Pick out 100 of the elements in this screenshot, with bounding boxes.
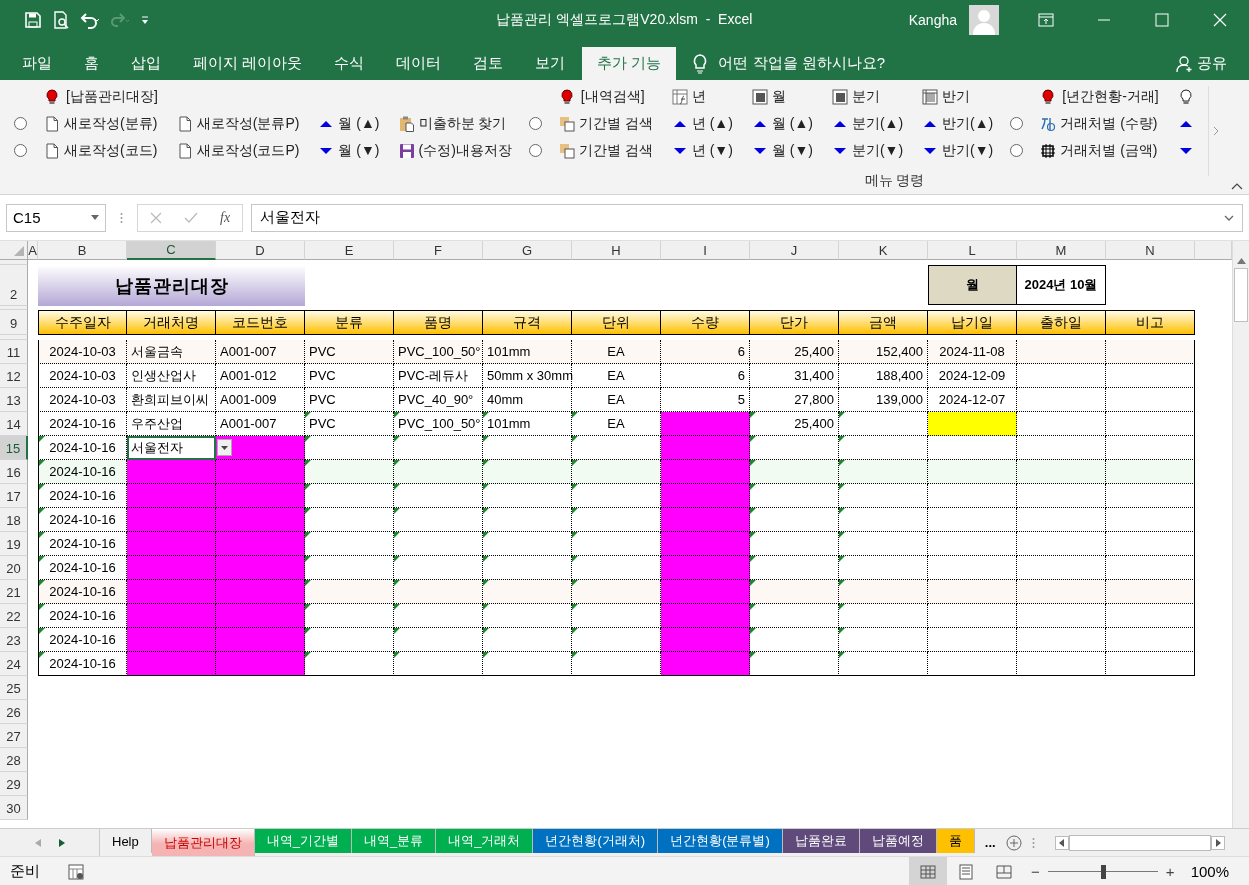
row-header[interactable]: 17 [0, 484, 28, 508]
column-header[interactable]: J [750, 241, 839, 260]
ribbon-command[interactable]: 기간별 검색 [556, 110, 655, 137]
radio-button[interactable] [1010, 144, 1024, 157]
lightbulb-icon[interactable] [692, 53, 709, 74]
drag-handle-icon[interactable] [1031, 836, 1035, 849]
menu-tab[interactable]: 삽입 [116, 47, 176, 80]
ribbon-command[interactable]: 분기 [829, 83, 882, 110]
more-sheets-button[interactable]: ... [984, 835, 996, 850]
table-cell[interactable]: 서울전자 [127, 436, 216, 460]
scroll-thumb[interactable] [1234, 268, 1248, 322]
print-preview-icon[interactable] [52, 11, 70, 29]
ribbon-group-header[interactable]: [내역검색] [556, 83, 647, 110]
zoom-out-button[interactable]: − [1031, 863, 1040, 880]
ribbon-command[interactable]: 월 (▼) [316, 137, 382, 164]
row-header[interactable]: 24 [0, 652, 28, 676]
column-header[interactable]: L [928, 241, 1017, 260]
row-header[interactable]: 23 [0, 628, 28, 652]
ribbon-command[interactable]: 거래처별 (금액) [1038, 137, 1160, 164]
ribbon-command[interactable]: 새로작성(코드P) [174, 137, 302, 164]
zoom-level[interactable]: 100% [1190, 863, 1229, 880]
column-header[interactable]: E [305, 241, 394, 260]
ribbon-command[interactable]: 월 (▲) [749, 110, 815, 137]
ribbon-command[interactable]: 반기(▼) [920, 137, 996, 164]
dropdown-button[interactable] [217, 439, 232, 456]
row-header[interactable]: 19 [0, 532, 28, 556]
ribbon-command[interactable]: 기간별 검색 [556, 137, 655, 164]
share-button[interactable]: 공유 [1176, 47, 1249, 80]
row-header[interactable]: 25 [0, 676, 28, 700]
ribbon-command[interactable]: 미출하분 찾기 [396, 110, 509, 137]
ribbon-group-header[interactable]: [납품관리대장] [42, 83, 160, 110]
menu-tab[interactable]: 파일 [7, 47, 67, 80]
row-header[interactable]: 21 [0, 580, 28, 604]
zoom-in-button[interactable]: + [1165, 863, 1175, 880]
sheet-tab[interactable]: 년간현황(거래처) [533, 829, 659, 853]
radio-button[interactable] [528, 117, 542, 130]
row-header[interactable]: 22 [0, 604, 28, 628]
column-header[interactable]: F [394, 241, 483, 260]
column-header[interactable]: B [38, 241, 127, 260]
row-header[interactable]: 18 [0, 508, 28, 532]
ribbon-command[interactable]: 반기 [920, 83, 973, 110]
macro-record-icon[interactable] [68, 863, 84, 880]
corner-cell[interactable] [0, 241, 28, 260]
menu-tab[interactable]: 추가 기능 [582, 47, 677, 80]
maximize-icon[interactable] [1154, 12, 1170, 28]
name-box[interactable]: C15 [6, 203, 106, 232]
menu-tab[interactable]: 페이지 레이아웃 [178, 47, 318, 80]
sheet-tab[interactable]: Help [100, 829, 152, 853]
ribbon-command[interactable]: 거래처별 (수량) [1038, 110, 1160, 137]
radio-button[interactable] [14, 144, 27, 157]
ribbon-command[interactable]: 새로작성(분류) [42, 110, 160, 137]
row-header[interactable]: 20 [0, 556, 28, 580]
ribbon-display-icon[interactable] [1038, 12, 1054, 28]
row-header[interactable]: 12 [0, 364, 28, 388]
ribbon-group-header[interactable]: [년간현황-거래] [1038, 83, 1161, 110]
row-header[interactable]: 26 [0, 700, 28, 724]
ribbon-command[interactable]: 월 (▼) [749, 137, 815, 164]
row-header[interactable]: 14 [0, 412, 28, 436]
ribbon-command[interactable]: 월 [749, 83, 788, 110]
drag-handle-icon[interactable] [120, 211, 123, 224]
add-sheet-icon[interactable] [1005, 834, 1022, 851]
ribbon-command[interactable]: 월 (▲) [316, 110, 382, 137]
collapse-ribbon-icon[interactable] [1231, 182, 1243, 190]
row-header[interactable]: 13 [0, 388, 28, 412]
row-header[interactable]: 2 [0, 265, 28, 306]
sheet-tab[interactable]: 납품예정 [859, 829, 937, 853]
slider-thumb[interactable] [1100, 864, 1106, 879]
tell-me-search[interactable]: 어떤 작업을 원하시나요? [718, 54, 886, 73]
column-header[interactable]: K [839, 241, 928, 260]
customize-caret-icon[interactable] [140, 14, 150, 26]
column-header[interactable]: M [1017, 241, 1106, 260]
normal-view-button[interactable] [909, 856, 948, 885]
save-icon[interactable] [24, 11, 42, 29]
sheet-tab[interactable]: 납품완료 [782, 829, 860, 853]
menu-tab[interactable]: 보기 [520, 47, 581, 80]
ribbon-command[interactable]: 분기(▼) [829, 137, 906, 164]
close-icon[interactable] [1212, 12, 1228, 28]
ribbon-command[interactable]: 새로작성(코드) [42, 137, 160, 164]
menu-tab[interactable]: 홈 [69, 47, 114, 80]
menu-tab[interactable]: 수식 [319, 47, 380, 80]
menu-tab[interactable]: 데이터 [381, 47, 457, 80]
row-header[interactable]: 30 [0, 796, 28, 820]
ribbon-command[interactable]: 년 [669, 83, 708, 110]
column-header[interactable]: N [1106, 241, 1195, 260]
column-header[interactable]: H [572, 241, 661, 260]
ribbon-command[interactable]: 분기(▲) [829, 110, 906, 137]
sheet-tab[interactable]: 납품관리대장 [151, 829, 255, 856]
row-header[interactable]: 28 [0, 748, 28, 772]
radio-button[interactable] [14, 117, 27, 130]
column-header[interactable]: C [127, 241, 216, 260]
row-header[interactable]: 27 [0, 724, 28, 748]
radio-button[interactable] [528, 144, 542, 157]
scroll-left-icon[interactable] [1054, 835, 1069, 850]
scroll-up-icon[interactable] [1236, 258, 1246, 264]
column-header[interactable]: G [483, 241, 572, 260]
sheet-tab[interactable]: 년간현황(분류별) [658, 829, 783, 853]
ribbon-command[interactable]: 년 (▼) [669, 137, 735, 164]
row-header[interactable]: 15 [0, 436, 28, 460]
formula-field[interactable]: 서울전자 [251, 203, 1243, 232]
ribbon-command[interactable]: 년 (▲) [669, 110, 735, 137]
